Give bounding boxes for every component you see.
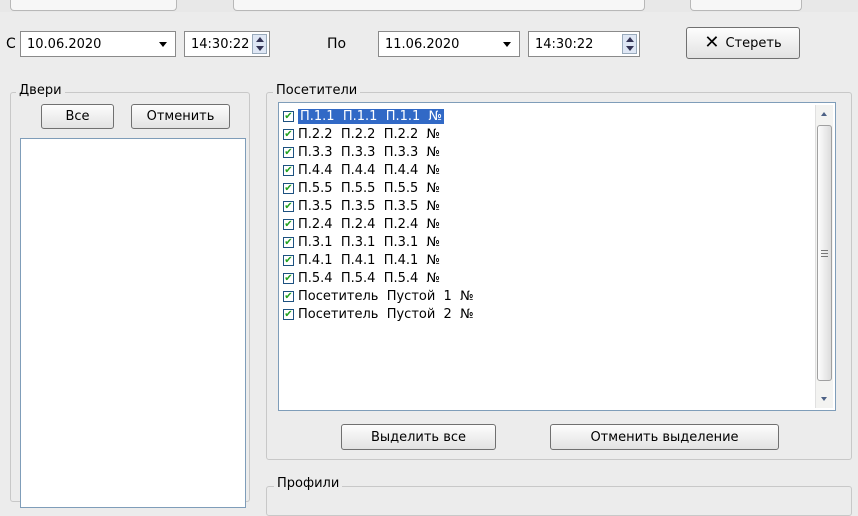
grip-icon (821, 250, 828, 258)
visitor-list-item[interactable]: ✔ П.3.1 П.3.1 П.3.1 № (283, 233, 811, 251)
visitor-list-item[interactable]: ✔ П.1.1 П.1.1 П.1.1 № (283, 107, 811, 125)
doors-all-button[interactable]: Все (41, 104, 114, 129)
visitor-label: Посетитель Пустой 1 № (298, 288, 474, 304)
visitors-list[interactable]: ✔ П.1.1 П.1.1 П.1.1 № ✔ П.2.2 П.2.2 П.2.2 №… (278, 102, 836, 411)
visitor-list-item[interactable]: ✔ П.5.4 П.5.4 П.5.4 № (283, 269, 811, 287)
visitor-list-item[interactable]: ✔ П.3.3 П.3.3 П.3.3 № (283, 143, 811, 161)
visitors-scrollbar[interactable] (815, 105, 833, 408)
visitor-checkbox[interactable]: ✔ (283, 272, 294, 284)
close-icon: ✕ (704, 32, 720, 53)
clear-button[interactable]: ✕ Стереть (686, 27, 800, 59)
visitor-checkbox[interactable]: ✔ (283, 128, 294, 140)
from-date-picker[interactable]: 10.06.2020 (20, 31, 176, 57)
visitor-list-item[interactable]: ✔ П.3.5 П.3.5 П.3.5 № (283, 197, 811, 215)
visitor-checkbox[interactable]: ✔ (283, 110, 294, 122)
deselect-button[interactable]: Отменить выделение (550, 424, 779, 450)
select-all-button-label: Выделить все (370, 429, 467, 445)
visitors-list-items: ✔ П.1.1 П.1.1 П.1.1 № ✔ П.2.2 П.2.2 П.2.2 №… (283, 107, 811, 323)
from-time-spinner-icon[interactable] (252, 34, 267, 54)
from-time-field[interactable]: 14:30:22 (184, 31, 270, 57)
visitor-label: П.1.1 П.1.1 П.1.1 № (298, 108, 445, 124)
scrollbar-thumb[interactable] (817, 125, 832, 381)
doors-list[interactable] (20, 138, 246, 508)
to-time-value: 14:30:22 (535, 36, 594, 52)
visitor-label: П.4.1 П.4.1 П.4.1 № (298, 252, 441, 268)
visitor-label: П.2.4 П.2.4 П.2.4 № (298, 216, 441, 232)
visitor-label: П.3.3 П.3.3 П.3.3 № (298, 144, 441, 160)
to-label: По (327, 36, 347, 52)
doors-cancel-button[interactable]: Отменить (131, 104, 230, 129)
visitor-list-item[interactable]: ✔ Посетитель Пустой 2 № (283, 305, 811, 323)
panel-edge-right (690, 0, 802, 11)
visitor-checkbox[interactable]: ✔ (283, 236, 294, 248)
visitor-list-item[interactable]: ✔ Посетитель Пустой 1 № (283, 287, 811, 305)
visitor-label: П.5.4 П.5.4 П.5.4 № (298, 270, 441, 286)
from-date-dropdown-icon[interactable] (159, 42, 167, 47)
visitor-list-item[interactable]: ✔ П.2.2 П.2.2 П.2.2 № (283, 125, 811, 143)
doors-all-button-label: Все (65, 109, 90, 124)
visitor-checkbox[interactable]: ✔ (283, 254, 294, 266)
visitor-checkbox[interactable]: ✔ (283, 182, 294, 194)
visitor-list-item[interactable]: ✔ П.5.5 П.5.5 П.5.5 № (283, 179, 811, 197)
visitors-group-title: Посетители (273, 83, 361, 98)
profiles-group-title: Профили (274, 476, 343, 491)
doors-group-title: Двери (16, 83, 65, 98)
visitor-label: Посетитель Пустой 2 № (298, 306, 474, 322)
visitor-label: П.2.2 П.2.2 П.2.2 № (298, 126, 441, 142)
visitor-label: П.5.5 П.5.5 П.5.5 № (298, 180, 441, 196)
scroll-down-icon[interactable] (817, 391, 832, 407)
profiles-group (266, 486, 852, 516)
visitor-checkbox[interactable]: ✔ (283, 290, 294, 302)
visitor-list-item[interactable]: ✔ П.4.1 П.4.1 П.4.1 № (283, 251, 811, 269)
visitor-checkbox[interactable]: ✔ (283, 308, 294, 320)
scroll-up-icon[interactable] (817, 106, 832, 122)
panel-edge-left (10, 0, 177, 11)
visitor-checkbox[interactable]: ✔ (283, 164, 294, 176)
clear-button-label: Стереть (725, 35, 782, 51)
visitor-checkbox[interactable]: ✔ (283, 146, 294, 158)
to-date-dropdown-icon[interactable] (503, 42, 511, 47)
doors-cancel-button-label: Отменить (146, 109, 215, 124)
to-time-field[interactable]: 14:30:22 (528, 31, 640, 57)
visitor-list-item[interactable]: ✔ П.4.4 П.4.4 П.4.4 № (283, 161, 811, 179)
visitor-label: П.4.4 П.4.4 П.4.4 № (298, 162, 441, 178)
from-time-value: 14:30:22 (191, 36, 250, 52)
to-time-spinner-icon[interactable] (622, 34, 637, 54)
visitor-list-item[interactable]: ✔ П.2.4 П.2.4 П.2.4 № (283, 215, 811, 233)
visitor-label: П.3.5 П.3.5 П.3.5 № (298, 198, 441, 214)
to-date-picker[interactable]: 11.06.2020 (378, 31, 520, 57)
from-date-value: 10.06.2020 (27, 36, 102, 52)
visitor-checkbox[interactable]: ✔ (283, 200, 294, 212)
deselect-button-label: Отменить выделение (590, 429, 739, 445)
select-all-button[interactable]: Выделить все (341, 424, 496, 450)
visitor-label: П.3.1 П.3.1 П.3.1 № (298, 234, 441, 250)
from-label: С (6, 36, 16, 52)
panel-edge-middle (233, 0, 645, 11)
visitor-checkbox[interactable]: ✔ (283, 218, 294, 230)
to-date-value: 11.06.2020 (385, 36, 460, 52)
